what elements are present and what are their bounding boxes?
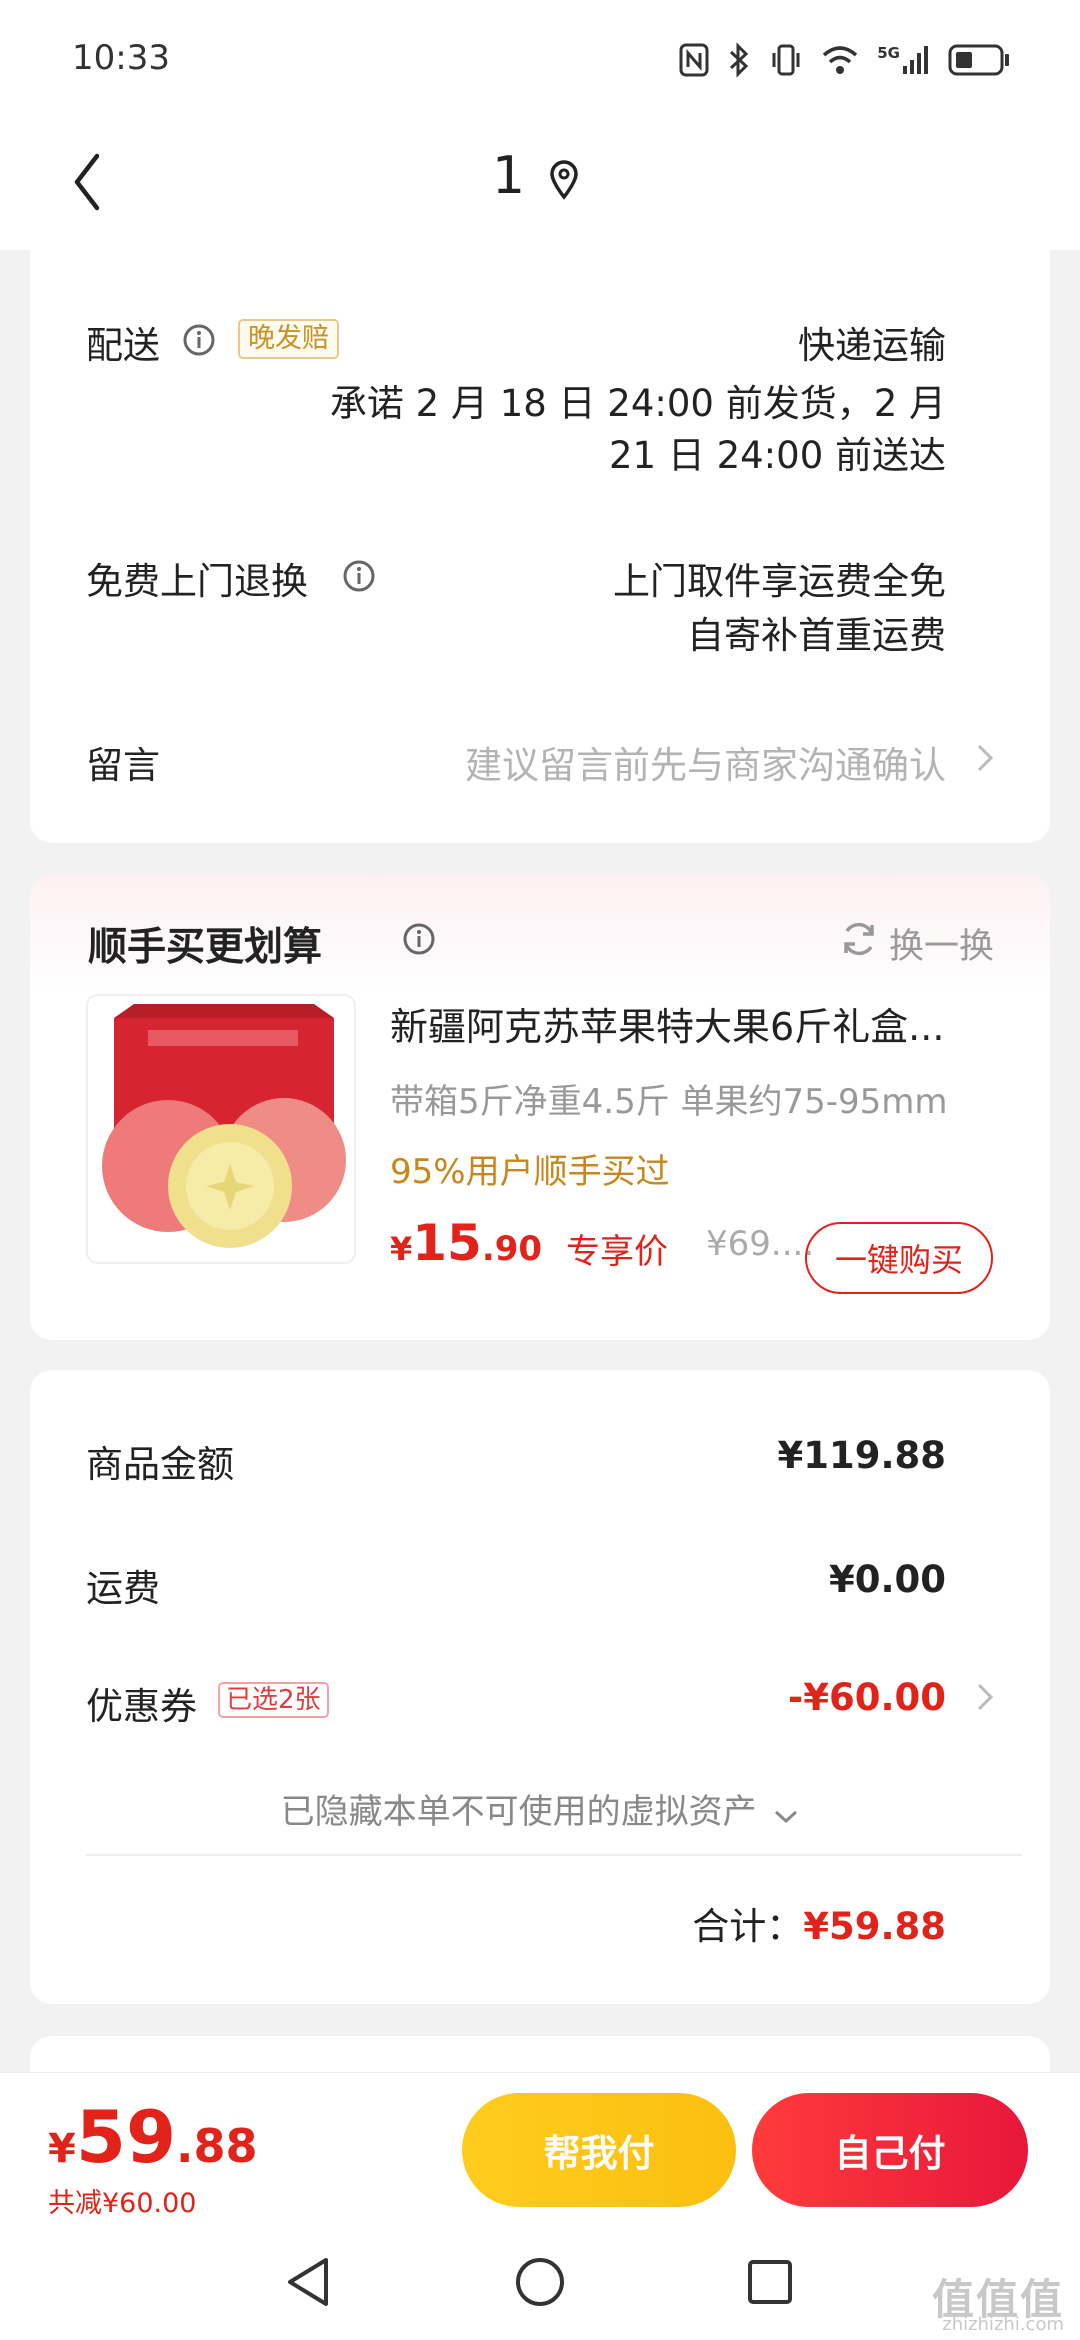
swap-label: 换一换 <box>888 927 994 967</box>
upsell-title: 顺手买更划算 <box>88 925 323 970</box>
shipping-label: 运费 <box>86 1567 160 1610</box>
coupon-label: 优惠券 <box>86 1685 197 1728</box>
home-circle-icon[interactable] <box>514 2256 566 2312</box>
returns-line1: 上门取件享运费全免 <box>613 560 946 603</box>
delivery-label: 配送 <box>86 324 160 367</box>
info-icon[interactable] <box>342 559 376 597</box>
late-compensation-badge: 晚发赔 <box>238 319 339 359</box>
product-image[interactable] <box>86 994 356 1264</box>
one-click-buy-button[interactable]: 一键购买 <box>805 1222 993 1294</box>
price-summary-card: 商品金额 ¥119.88 运费 ¥0.00 优惠券 已选2张 -¥60.00 已… <box>30 1370 1050 2004</box>
bottom-currency: ¥ <box>48 2126 76 2172</box>
total-saved: 共减¥60.00 <box>48 2188 197 2219</box>
back-arrow-icon <box>71 152 101 216</box>
bottom-price-integer: 59 <box>75 2095 177 2179</box>
watermark-url: zhizhizhi.com <box>942 2314 1064 2335</box>
product-spec: 带箱5斤净重4.5斤 单果约75-95mm <box>390 1082 948 1122</box>
chevron-right-icon[interactable] <box>976 1682 994 1716</box>
upsell-card: 顺手买更划算 换一换 新疆阿克苏苹果特大果6斤礼盒... 带箱5斤净重4.5斤 … <box>30 874 1050 1340</box>
help-me-pay-button[interactable]: 帮我付 <box>462 2093 736 2207</box>
refresh-icon <box>839 919 879 968</box>
bluetooth-icon <box>727 42 751 78</box>
info-icon[interactable] <box>402 922 436 960</box>
delivery-promise-line1: 承诺 2 月 18 日 24:00 前发货，2 月 <box>329 382 946 425</box>
message-input[interactable]: 建议留言前先与商家沟通确认 <box>465 735 946 789</box>
order-options-card: 配送 晚发赔 快递运输 承诺 2 月 18 日 24:00 前发货，2 月 21… <box>30 215 1050 843</box>
message-label: 留言 <box>86 744 160 787</box>
chevron-down-icon <box>773 1794 799 1834</box>
signal-icon: 5G <box>877 44 930 76</box>
total-label: 合计： <box>692 1905 804 1948</box>
page-title: 1 <box>492 146 526 206</box>
original-price: ¥69.... <box>706 1224 815 1264</box>
chevron-right-icon <box>976 743 994 777</box>
info-icon[interactable] <box>182 323 216 361</box>
status-bar: 10:33 5G <box>0 0 1080 120</box>
back-triangle-icon[interactable] <box>284 2256 332 2312</box>
bottom-price-decimal: .88 <box>176 2119 258 2173</box>
nfc-icon <box>679 43 709 77</box>
coupon-value[interactable]: -¥60.00 <box>788 1676 946 1719</box>
bottom-total-price: ¥ 59 .88 <box>48 2095 258 2179</box>
wifi-icon <box>821 44 859 76</box>
returns-line2: 自寄补首重运费 <box>687 614 946 657</box>
product-price: ¥ 15 .90 <box>390 1214 542 1272</box>
social-proof: 95%用户顺手买过 <box>390 1152 670 1192</box>
system-nav-bar: 值值值 zhizhizhi.com <box>0 2230 1080 2340</box>
pay-myself-button[interactable]: 自己付 <box>752 2093 1028 2207</box>
delivery-promise-line2: 21 日 24:00 前送达 <box>609 434 946 477</box>
product-title[interactable]: 新疆阿克苏苹果特大果6斤礼盒... <box>390 996 1010 1051</box>
price-currency: ¥ <box>390 1230 413 1268</box>
goods-amount-label: 商品金额 <box>86 1443 234 1486</box>
vibrate-icon <box>769 43 803 77</box>
battery-icon <box>948 44 1010 76</box>
divider <box>86 1854 1022 1856</box>
price-decimal: .90 <box>481 1229 543 1269</box>
back-button[interactable] <box>56 144 116 224</box>
hidden-assets-text: 已隐藏本单不可使用的虚拟资产 <box>280 1792 757 1832</box>
total-row: 合计：¥59.88 <box>692 1896 946 1950</box>
network-type: 5G <box>877 44 900 62</box>
recents-square-icon[interactable] <box>746 2258 794 2310</box>
status-icons: 5G <box>679 40 1010 80</box>
bottom-action-bar: ¥ 59 .88 共减¥60.00 帮我付 自己付 <box>0 2072 1080 2230</box>
hidden-assets-toggle[interactable]: 已隐藏本单不可使用的虚拟资产 <box>30 1784 1050 1834</box>
price-integer: 15 <box>412 1214 482 1272</box>
coupon-selected-badge: 已选2张 <box>218 1682 329 1718</box>
swap-button[interactable]: 换一换 <box>839 918 994 969</box>
shipping-value: ¥0.00 <box>828 1558 946 1601</box>
location-pin-icon[interactable] <box>548 160 580 204</box>
exclusive-price-tag: 专享价 <box>566 1232 668 1272</box>
returns-label: 免费上门退换 <box>86 560 308 603</box>
total-value: ¥59.88 <box>803 1905 946 1948</box>
delivery-method: 快递运输 <box>798 324 946 367</box>
status-time: 10:33 <box>72 38 170 78</box>
goods-amount-value: ¥119.88 <box>777 1434 946 1477</box>
